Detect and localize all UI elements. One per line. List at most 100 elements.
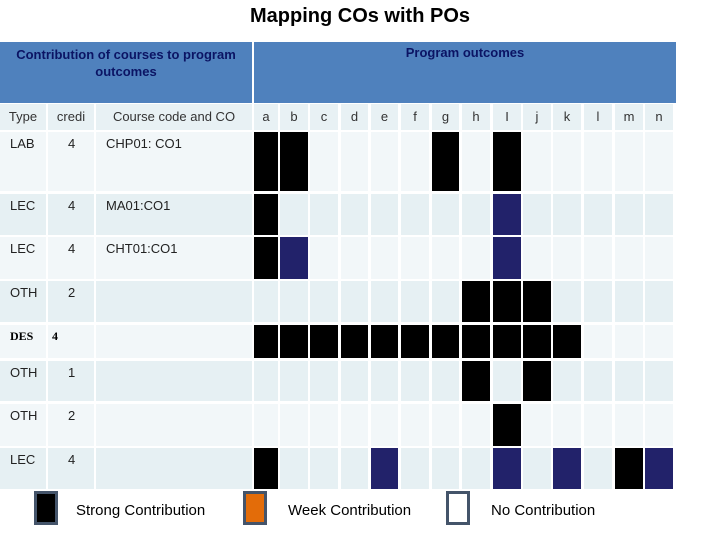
cell-empty — [553, 132, 581, 191]
cell-strong — [280, 132, 308, 191]
cell-strong — [401, 325, 429, 358]
row-credit: 4 — [48, 194, 94, 235]
cell-empty — [584, 281, 612, 322]
cell-empty — [523, 132, 551, 191]
cell-week — [493, 194, 521, 235]
cell-empty — [615, 325, 643, 358]
cell-empty — [523, 448, 551, 489]
cell-strong — [493, 281, 521, 322]
row-credit: 1 — [48, 361, 94, 401]
cell-strong — [523, 325, 551, 358]
row-type: LEC — [0, 194, 46, 235]
cell-empty — [493, 361, 521, 401]
row-type: LEC — [0, 237, 46, 279]
row-course — [96, 325, 252, 358]
cell-strong — [371, 325, 398, 358]
cell-empty — [645, 237, 673, 279]
cell-strong — [493, 325, 521, 358]
cell-empty — [645, 281, 673, 322]
cell-strong — [553, 325, 581, 358]
cell-empty — [462, 194, 490, 235]
cell-empty — [310, 194, 338, 235]
cell-empty — [341, 281, 368, 322]
cell-strong — [254, 194, 278, 235]
cell-strong — [280, 325, 308, 358]
row-type: OTH — [0, 281, 46, 322]
cell-empty — [341, 404, 368, 446]
cell-empty — [584, 361, 612, 401]
column-header-outcome: a — [254, 104, 278, 130]
cell-empty — [280, 281, 308, 322]
legend-none-label: No Contribution — [491, 502, 596, 519]
row-course — [96, 448, 252, 489]
cell-empty — [371, 132, 398, 191]
cell-empty — [432, 404, 459, 446]
cell-empty — [645, 404, 673, 446]
cell-empty — [401, 237, 429, 279]
row-credit: 4 — [48, 237, 94, 279]
cell-empty — [523, 404, 551, 446]
cell-strong — [523, 281, 551, 322]
cell-strong — [493, 404, 521, 446]
row-type: OTH — [0, 404, 46, 446]
cell-empty — [615, 237, 643, 279]
cell-empty — [553, 194, 581, 235]
cell-empty — [462, 448, 490, 489]
cell-empty — [371, 404, 398, 446]
cell-strong — [432, 132, 459, 191]
row-type: LAB — [0, 132, 46, 191]
legend-strong-label: Strong Contribution — [76, 502, 206, 519]
cell-empty — [371, 237, 398, 279]
row-credit: 4 — [48, 325, 94, 358]
cell-empty — [341, 237, 368, 279]
header-contribution: Contribution of courses to program outco… — [0, 42, 252, 103]
column-header-outcome: d — [341, 104, 368, 130]
cell-empty — [615, 404, 643, 446]
cell-empty — [584, 404, 612, 446]
cell-empty — [341, 448, 368, 489]
column-header-outcome: g — [432, 104, 459, 130]
cell-empty — [310, 281, 338, 322]
cell-strong — [254, 132, 278, 191]
cell-empty — [553, 361, 581, 401]
column-header-outcome: k — [553, 104, 581, 130]
cell-empty — [615, 361, 643, 401]
row-credit: 2 — [48, 281, 94, 322]
cell-empty — [280, 448, 308, 489]
cell-empty — [462, 404, 490, 446]
cell-empty — [432, 194, 459, 235]
row-course: MA01:CO1 — [96, 194, 252, 235]
legend-none-swatch — [446, 491, 470, 525]
cell-empty — [462, 132, 490, 191]
cell-empty — [553, 404, 581, 446]
row-type: OTH — [0, 361, 46, 401]
cell-week — [645, 448, 673, 489]
row-course — [96, 404, 252, 446]
cell-strong — [310, 325, 338, 358]
column-header-outcome: m — [615, 104, 643, 130]
cell-empty — [432, 361, 459, 401]
legend-strong-swatch — [34, 491, 58, 525]
header-program-outcomes: Program outcomes — [254, 42, 676, 103]
cell-empty — [401, 404, 429, 446]
cell-empty — [310, 132, 338, 191]
legend-week-swatch — [243, 491, 267, 525]
cell-strong — [341, 325, 368, 358]
cell-empty — [341, 361, 368, 401]
cell-empty — [615, 132, 643, 191]
row-type: LEC — [0, 448, 46, 489]
cell-empty — [371, 194, 398, 235]
row-credit: 4 — [48, 132, 94, 191]
cell-strong — [462, 281, 490, 322]
row-credit: 2 — [48, 404, 94, 446]
column-header-credit: credi — [48, 104, 94, 130]
cell-empty — [432, 237, 459, 279]
cell-empty — [645, 132, 673, 191]
cell-week — [493, 237, 521, 279]
row-type: DES — [0, 325, 46, 358]
cell-empty — [310, 404, 338, 446]
cell-empty — [553, 281, 581, 322]
column-header-outcome: f — [401, 104, 429, 130]
cell-strong — [254, 325, 278, 358]
cell-empty — [401, 194, 429, 235]
